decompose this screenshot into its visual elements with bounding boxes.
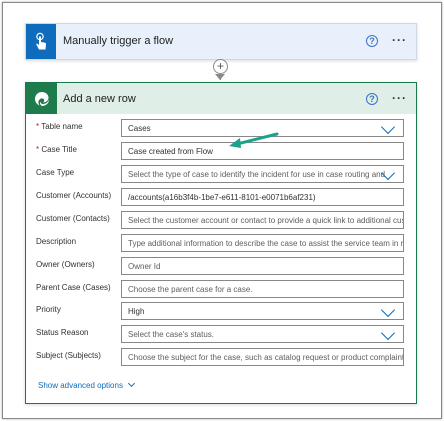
field-label: * Case Title (36, 145, 77, 154)
field-row-parent-case: Parent Case (Cases) Choose the parent ca… (26, 280, 416, 300)
trigger-title: Manually trigger a flow (63, 35, 174, 47)
priority-dropdown[interactable]: High (121, 302, 404, 320)
annotation-arrow-icon (229, 132, 279, 148)
customer-accounts-input[interactable]: /accounts(a16b3f4b-1be7-e611-8101-e0071b… (121, 188, 404, 206)
hand-tap-icon (36, 32, 46, 49)
dataverse-icon (34, 91, 49, 106)
chevron-down-icon[interactable] (380, 303, 396, 318)
field-label: Description (36, 237, 77, 246)
field-label: Customer (Accounts) (36, 191, 112, 200)
trigger-card[interactable]: Manually trigger a flow ? ··· (25, 23, 417, 60)
parent-case-input[interactable]: Choose the parent case for a case. (121, 280, 404, 298)
add-step-button[interactable]: + (213, 59, 228, 74)
field-row-description: Description Type additional information … (26, 234, 416, 254)
chevron-down-icon[interactable] (380, 120, 396, 135)
status-reason-dropdown[interactable]: Select the case's status. (121, 325, 404, 343)
field-label: Owner (Owners) (36, 260, 95, 269)
field-label: * Table name (36, 122, 83, 131)
field-row-customer-accounts: Customer (Accounts) /accounts(a16b3f4b-1… (26, 188, 416, 208)
field-row-customer-contacts: Customer (Contacts) Select the customer … (26, 211, 416, 231)
field-row-subject: Subject (Subjects) Choose the subject fo… (26, 348, 416, 368)
add-row-action-card: Add a new row ? ··· * Table name Cases *… (25, 82, 417, 404)
more-options-icon[interactable]: ··· (392, 33, 407, 47)
field-row-status-reason: Status Reason Select the case's status. (26, 325, 416, 345)
field-row-priority: Priority High (26, 302, 416, 322)
owner-input[interactable]: Owner Id (121, 257, 404, 275)
chevron-down-icon (127, 379, 135, 388)
case-type-dropdown[interactable]: Select the type of case to identify the … (121, 165, 404, 183)
field-row-case-type: Case Type Select the type of case to ide… (26, 165, 416, 185)
field-row-table-name: * Table name Cases (26, 119, 416, 139)
action-icon-box (26, 83, 57, 114)
show-advanced-options-link[interactable]: Show advanced options (38, 379, 135, 390)
subject-input[interactable]: Choose the subject for the case, such as… (121, 348, 404, 366)
field-label: Parent Case (Cases) (36, 283, 111, 292)
action-title: Add a new row (63, 93, 136, 105)
field-label: Subject (Subjects) (36, 351, 101, 360)
field-row-case-title: * Case Title Case created from Flow (26, 142, 416, 162)
designer-canvas: Manually trigger a flow ? ··· + Add a ne… (2, 2, 442, 419)
action-header[interactable]: Add a new row ? ··· (26, 83, 416, 114)
field-label: Customer (Contacts) (36, 214, 110, 223)
field-label: Priority (36, 305, 61, 314)
field-row-owner: Owner (Owners) Owner Id (26, 257, 416, 277)
description-input[interactable]: Type additional information to describe … (121, 234, 404, 252)
help-icon[interactable]: ? (366, 35, 378, 47)
customer-contacts-input[interactable]: Select the customer account or contact t… (121, 211, 404, 229)
chevron-down-icon[interactable] (380, 326, 396, 341)
field-label: Status Reason (36, 328, 89, 337)
more-options-icon[interactable]: ··· (392, 91, 407, 105)
arrow-down-icon (215, 74, 225, 80)
trigger-icon-box (26, 24, 56, 59)
help-icon[interactable]: ? (366, 93, 378, 105)
field-label: Case Type (36, 168, 75, 177)
